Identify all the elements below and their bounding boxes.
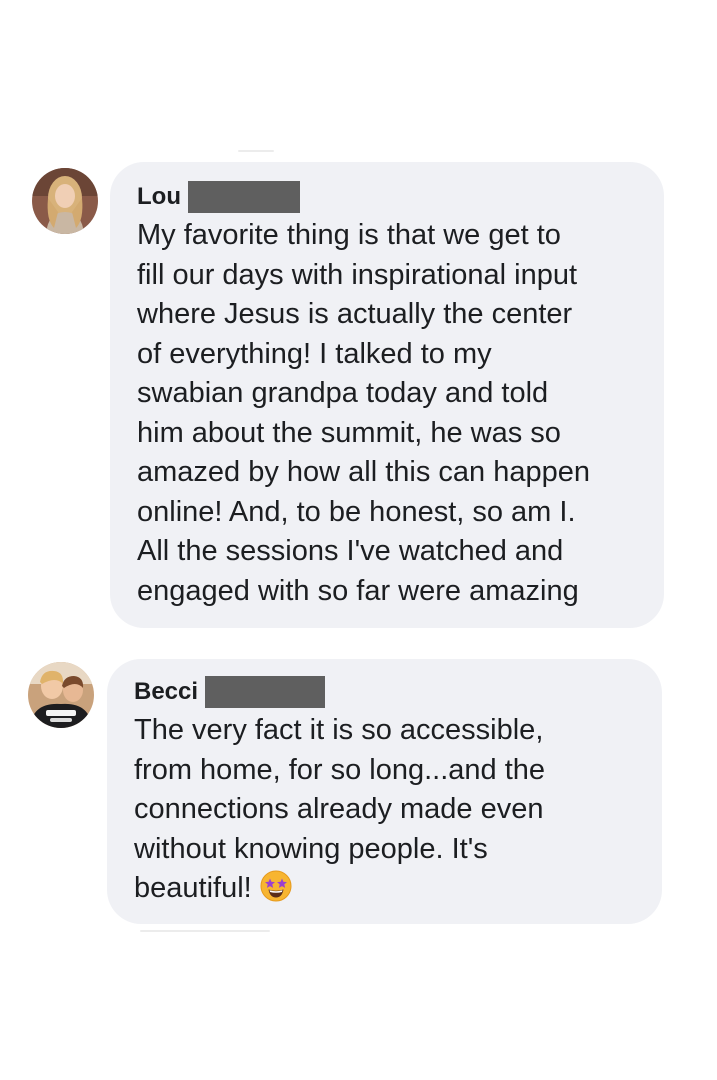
comment-text-line: My favorite thing is that we get to: [137, 219, 561, 251]
star-struck-emoji-icon: [260, 870, 292, 902]
faint-divider-top: [238, 150, 274, 152]
comment-text-line: fill our days with inspirational input: [137, 258, 578, 291]
comment-text-line: without knowing people. It's: [134, 832, 488, 865]
comment-text-line: him about the summit, he was so: [137, 416, 561, 449]
comment-bubble: Becci The very fact it is so accessible,…: [107, 659, 662, 924]
comment-text-line: where Jesus is actually the center: [137, 298, 573, 330]
comment-text-line: engaged with so far were amazing: [137, 574, 579, 607]
comment-text-line: online! And, to be honest, so am I.: [137, 495, 576, 528]
comment-text-line-last: beautiful!: [134, 869, 662, 909]
avatar[interactable]: [28, 662, 94, 728]
avatar[interactable]: [32, 168, 98, 234]
comment-text-line: connections already made even: [134, 793, 544, 825]
comment-text: My favorite thing is that we get to fill…: [137, 216, 664, 611]
profile-photo-icon: [32, 168, 98, 234]
redacted-surname: [205, 676, 326, 708]
comment-text-fragment: beautiful!: [134, 872, 252, 904]
comment-text-line: from home, for so long...and the: [134, 753, 546, 786]
comment-text-line: of everything! I talked to my: [137, 337, 492, 370]
comment-text-line: swabian grandpa today and told: [137, 377, 549, 409]
faint-divider-bottom: [140, 930, 270, 932]
comment-text-line: All the sessions I've watched and: [137, 535, 564, 567]
comment-author[interactable]: Becci: [134, 677, 198, 707]
comment-bubble: Lou My favorite thing is that we get to …: [110, 162, 664, 628]
redacted-surname: [187, 181, 300, 213]
comment-text: The very fact it is so accessible, from …: [134, 711, 662, 909]
profile-photo-icon: [28, 662, 94, 728]
comment-author[interactable]: Lou: [137, 182, 181, 212]
comment-text-line: The very fact it is so accessible,: [134, 714, 544, 746]
comment-text-line: amazed by how all this can happen: [137, 456, 591, 488]
